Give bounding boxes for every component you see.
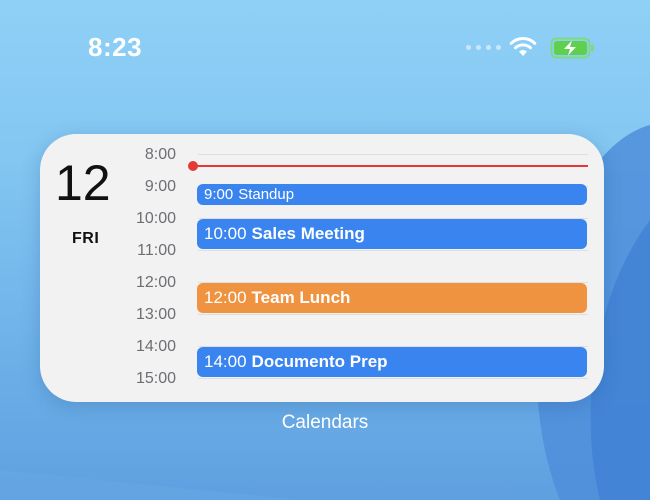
hour-label: 13:00 bbox=[135, 306, 176, 323]
event-documento-prep[interactable]: 14:00 Documento Prep bbox=[197, 347, 587, 377]
current-time-dot bbox=[188, 161, 198, 171]
hour-label: 14:00 bbox=[135, 338, 176, 355]
widget-caption: Calendars bbox=[281, 412, 369, 433]
event-title: Documento Prep bbox=[251, 352, 388, 371]
cellular-signal-icon bbox=[466, 45, 501, 50]
event-standup[interactable]: 9:00 Standup bbox=[197, 184, 587, 205]
date-day-name: FRI bbox=[72, 230, 100, 247]
event-title: Standup bbox=[238, 186, 295, 203]
hour-gridline bbox=[198, 250, 588, 251]
hour-gridline bbox=[198, 378, 588, 379]
event-title: Sales Meeting bbox=[251, 224, 365, 243]
event-sales-meeting[interactable]: 10:00 Sales Meeting bbox=[197, 219, 587, 249]
date-day-number: 12 bbox=[55, 155, 111, 211]
event-team-lunch[interactable]: 12:00 Team Lunch bbox=[197, 283, 587, 313]
hour-label: 10:00 bbox=[135, 210, 176, 227]
battery-charging-icon bbox=[550, 37, 594, 59]
hour-gridline bbox=[198, 154, 588, 155]
hour-label: 9:00 bbox=[144, 178, 176, 195]
event-time: 12:00 bbox=[204, 288, 247, 307]
current-time-indicator bbox=[195, 165, 588, 167]
hour-label: 8:00 bbox=[144, 146, 176, 163]
event-time: 14:00 bbox=[204, 352, 247, 371]
event-time: 10:00 bbox=[204, 224, 247, 243]
hour-label: 15:00 bbox=[135, 370, 176, 387]
wifi-icon bbox=[509, 37, 537, 56]
hour-label: 12:00 bbox=[135, 274, 176, 291]
hour-label: 11:00 bbox=[137, 242, 176, 259]
calendar-widget[interactable]: 12 FRI 8:00 9:00 10:00 11:00 12:00 13:00… bbox=[40, 134, 604, 402]
event-time: 9:00 bbox=[204, 186, 234, 203]
status-bar-time: 8:23 bbox=[88, 32, 143, 62]
event-title: Team Lunch bbox=[251, 288, 351, 307]
hour-gridline bbox=[198, 314, 588, 315]
